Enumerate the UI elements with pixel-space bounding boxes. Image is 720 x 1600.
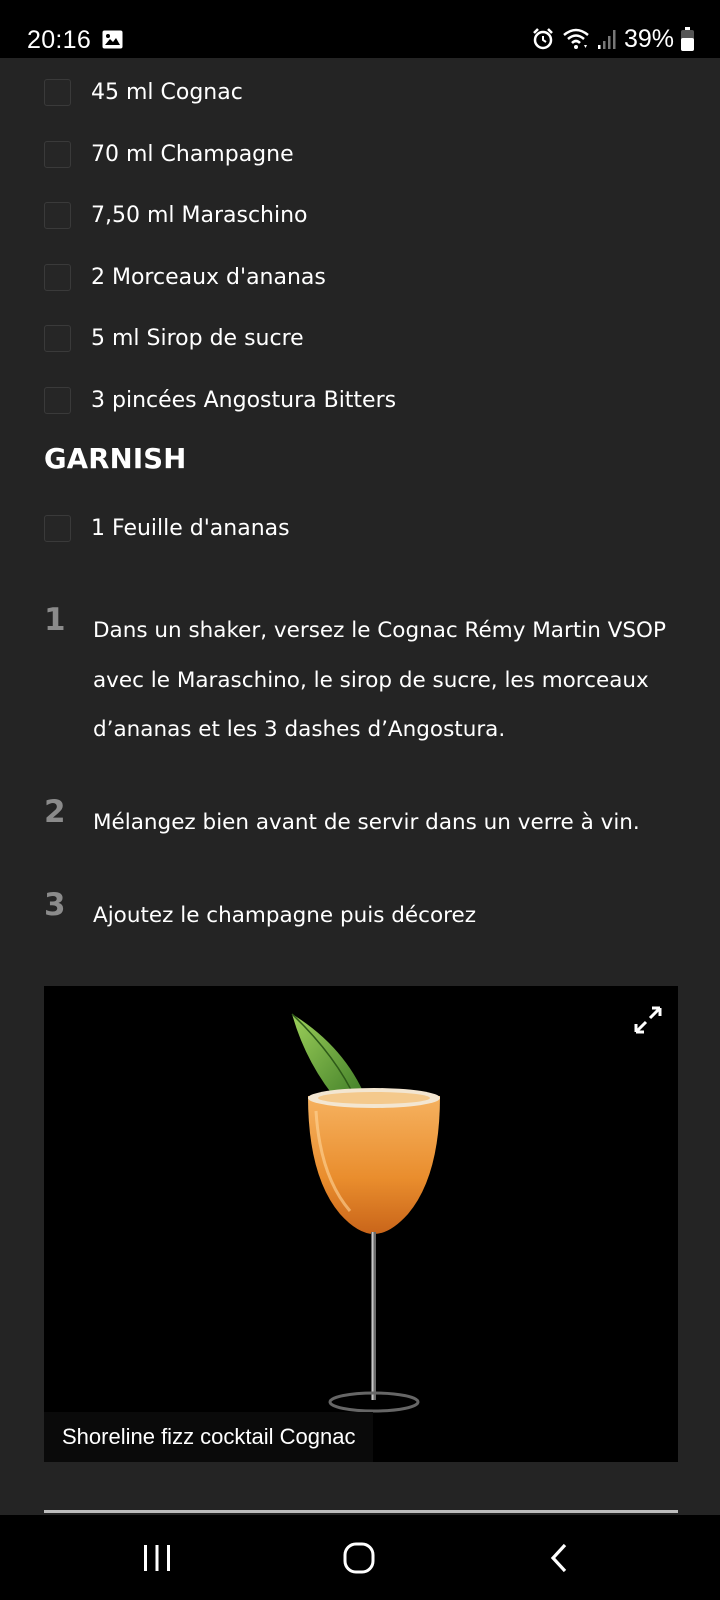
step-item: 1 Dans un shaker, versez le Cognac Rémy … [44, 602, 684, 752]
back-icon[interactable] [530, 1533, 590, 1583]
ingredient-checkbox[interactable] [44, 263, 71, 291]
ingredient-item[interactable]: 2 Morceaux d'ananas [44, 247, 684, 309]
expand-icon[interactable] [632, 1004, 664, 1036]
step-item: 3 Ajoutez le champagne puis décorez [44, 887, 684, 942]
alarm-icon [531, 27, 555, 51]
home-icon[interactable] [329, 1533, 389, 1583]
gallery-icon [102, 30, 123, 49]
ingredient-item[interactable]: 5 ml Sirop de sucre [44, 308, 684, 370]
garnish-heading: GARNISH [44, 443, 187, 475]
photo-caption: Shoreline fizz cocktail Cognac [44, 1412, 374, 1462]
step-number: 1 [44, 602, 66, 638]
status-time: 20:16 [27, 26, 92, 54]
ingredient-label: 7,50 ml Maraschino [91, 203, 308, 229]
signal-icon [597, 28, 617, 50]
garnish-checkbox[interactable] [44, 515, 71, 543]
battery-icon [681, 27, 694, 51]
ingredient-checkbox[interactable] [44, 79, 71, 107]
ingredient-list: 45 ml Cognac 70 ml Champagne 7,50 ml Mar… [44, 62, 684, 431]
garnish-list: 1 Feuille d'ananas [44, 498, 684, 560]
ingredient-label: 2 Morceaux d'ananas [91, 264, 326, 290]
step-text: Dans un shaker, versez le Cognac Rémy Ma… [93, 618, 666, 742]
step-number: 2 [44, 794, 66, 830]
garnish-item[interactable]: 1 Feuille d'ananas [44, 498, 684, 560]
cocktail-illustration [291, 1013, 440, 1413]
ingredient-label: 45 ml Cognac [91, 80, 243, 106]
step-number: 3 [44, 887, 66, 923]
cocktail-photo[interactable]: Shoreline fizz cocktail Cognac [44, 986, 678, 1462]
ingredient-checkbox[interactable] [44, 140, 71, 168]
status-bar: 20:16 39% [0, 0, 720, 58]
garnish-label: 1 Feuille d'ananas [91, 516, 290, 542]
recent-apps-icon[interactable] [127, 1533, 187, 1583]
status-icons: 39% [531, 24, 694, 54]
step-item: 2 Mélangez bien avant de servir dans un … [44, 794, 684, 849]
battery-percentage: 39% [623, 24, 674, 53]
ingredient-item[interactable]: 70 ml Champagne [44, 124, 684, 186]
ingredient-checkbox[interactable] [44, 325, 71, 353]
ingredient-label: 5 ml Sirop de sucre [91, 326, 304, 352]
step-text: Mélangez bien avant de servir dans un ve… [93, 810, 640, 835]
step-text: Ajoutez le champagne puis décorez [93, 903, 477, 928]
ingredient-label: 70 ml Champagne [91, 141, 294, 167]
wifi-icon [562, 27, 590, 51]
ingredient-item[interactable]: 7,50 ml Maraschino [44, 185, 684, 247]
section-divider [44, 1510, 678, 1513]
ingredient-item[interactable]: 45 ml Cognac [44, 62, 684, 124]
ingredient-item[interactable]: 3 pincées Angostura Bitters [44, 370, 684, 432]
ingredient-checkbox[interactable] [44, 202, 71, 230]
ingredient-checkbox[interactable] [44, 386, 71, 414]
navigation-bar [0, 1515, 720, 1600]
ingredient-label: 3 pincées Angostura Bitters [91, 387, 397, 413]
